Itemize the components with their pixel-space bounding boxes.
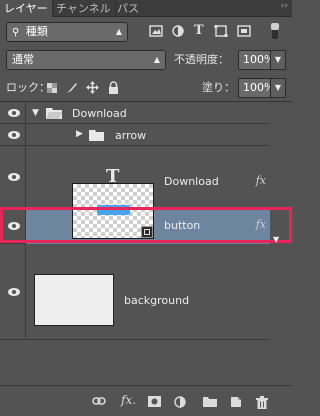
fx-dropdown-arrow-icon[interactable]: ▼	[273, 235, 279, 244]
visibility-eye-icon[interactable]	[0, 102, 26, 123]
folder-icon	[89, 130, 104, 141]
chevron-updown-icon: ▲	[153, 55, 160, 64]
fill-input[interactable]: 100%	[238, 78, 274, 98]
layer-effects-icon[interactable]: fx	[256, 174, 266, 187]
filter-kind-label: 種類	[25, 25, 48, 38]
filter-kind-select[interactable]: ⚲ 種類 ▲	[6, 22, 128, 42]
opacity-input[interactable]: 100%	[238, 50, 274, 70]
disclosure-expanded-icon[interactable]: ▼	[32, 108, 39, 118]
shape-filter-icon[interactable]	[214, 25, 228, 37]
filter-toggle-switch[interactable]	[266, 23, 284, 39]
visibility-eye-icon[interactable]	[0, 124, 26, 145]
lock-transparent-icon[interactable]	[47, 83, 57, 93]
mask-icon[interactable]	[148, 396, 161, 407]
image-filter-icon[interactable]	[149, 25, 163, 37]
layer-row-background[interactable]: background	[0, 244, 270, 340]
collapse-arrows-icon[interactable]: ››	[281, 1, 288, 11]
trash-icon[interactable]	[256, 396, 268, 409]
adjustment-icon[interactable]	[174, 396, 187, 409]
disclosure-collapsed-icon[interactable]: ▶	[76, 129, 83, 139]
adjustment-filter-icon[interactable]	[171, 25, 185, 37]
smart-object-filter-icon[interactable]	[237, 25, 251, 37]
layer-name: arrow	[115, 129, 147, 142]
fill-dropdown-button[interactable]: ▼	[270, 78, 286, 98]
visibility-eye-icon[interactable]	[0, 244, 26, 339]
layer-name: background	[124, 294, 190, 307]
fill-label: 塗り：	[202, 81, 235, 94]
layer-name: Download	[72, 107, 127, 120]
new-layer-icon[interactable]	[230, 396, 242, 408]
layers-bottom-toolbar: fx.	[0, 385, 292, 416]
layer-row-group-download[interactable]: ▼ Download	[0, 102, 270, 124]
folder-open-icon	[46, 108, 62, 119]
lock-image-icon[interactable]	[66, 82, 78, 94]
blend-mode-value: 通常	[12, 53, 34, 66]
opacity-dropdown-button[interactable]: ▼	[270, 50, 286, 70]
panel-tabbar: レイヤー チャンネル パス ››	[0, 0, 292, 17]
fx-icon[interactable]: fx.	[121, 393, 136, 407]
visibility-eye-icon[interactable]	[0, 146, 26, 207]
filter-row: ⚲ 種類 ▲ T	[0, 17, 292, 45]
lock-row: ロック： 塗り： 100% ▼	[0, 75, 292, 102]
lock-all-icon[interactable]	[108, 81, 119, 94]
lock-position-icon[interactable]	[86, 81, 99, 94]
folder-icon[interactable]	[203, 396, 217, 407]
link-icon[interactable]	[92, 396, 106, 406]
opacity-label: 不透明度：	[174, 53, 229, 66]
layer-row-group-arrow[interactable]: ▶ arrow	[0, 124, 270, 146]
tab-channels[interactable]: チャンネル	[52, 0, 116, 17]
tab-paths[interactable]: パス	[113, 0, 143, 17]
type-filter-icon[interactable]: T	[194, 23, 208, 38]
blend-row: 通常 ▲ 不透明度： 100% ▼	[0, 45, 292, 75]
blend-mode-select[interactable]: 通常 ▲	[6, 50, 166, 70]
layer-name: Download	[164, 175, 219, 188]
chevron-updown-icon: ▲	[115, 27, 122, 36]
lock-label: ロック：	[6, 81, 50, 94]
tab-layers[interactable]: レイヤー	[0, 0, 53, 17]
layer-thumbnail	[34, 274, 114, 326]
selection-highlight-frame	[0, 207, 292, 243]
layers-list: ▼ Download ▶ arrow T Download fx button …	[0, 102, 292, 385]
search-icon: ⚲	[12, 27, 20, 38]
